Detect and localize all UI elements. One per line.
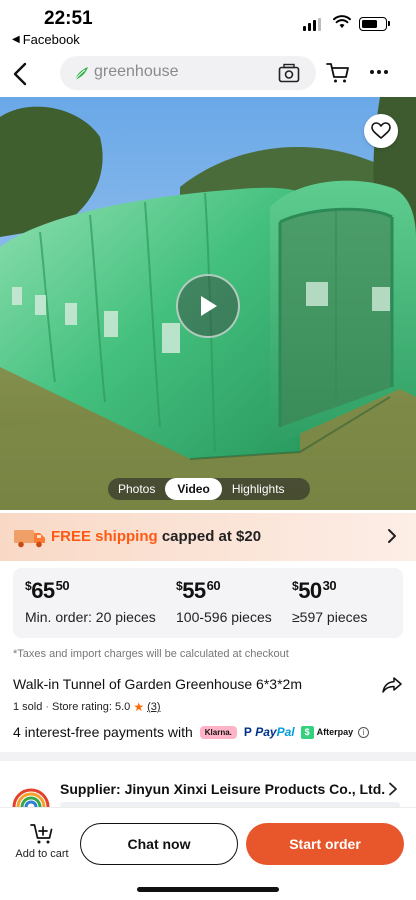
more-icon[interactable] bbox=[370, 70, 388, 74]
afterpay-logo: $ Afterpay bbox=[300, 725, 353, 739]
home-indicator bbox=[137, 887, 279, 892]
rating-row: 1 sold · Store rating: 5.0 ★ (3) bbox=[13, 700, 161, 714]
free-shipping-label: FREE shipping bbox=[51, 528, 158, 545]
payment-options: 4 interest-free payments with Klarna. P … bbox=[13, 724, 370, 740]
camera-icon[interactable] bbox=[278, 63, 300, 83]
price-cents: 30 bbox=[322, 578, 337, 593]
tier-quantity: 100-596 pieces bbox=[176, 609, 272, 625]
back-app-label: Facebook bbox=[22, 32, 80, 47]
supplier-row[interactable]: Supplier: Jinyun Xinxi Leisure Products … bbox=[0, 762, 416, 808]
tab-highlights[interactable]: Highlights bbox=[222, 478, 295, 500]
installments-text: 4 interest-free payments with bbox=[13, 724, 193, 740]
status-bar: 22:51 ◀ Facebook bbox=[0, 0, 416, 50]
price-whole: 50 bbox=[298, 578, 322, 603]
shipping-banner[interactable]: FREE shipping capped at $20 bbox=[0, 513, 416, 561]
price-tier-1: $6550 Min. order: 20 pieces bbox=[25, 578, 156, 625]
price-tier-2: $5560 100-596 pieces bbox=[176, 578, 272, 625]
product-title: Walk-in Tunnel of Garden Greenhouse 6*3*… bbox=[13, 676, 302, 692]
favorite-button[interactable] bbox=[364, 114, 398, 148]
cart-icon[interactable] bbox=[326, 62, 350, 84]
tab-photos[interactable]: Photos bbox=[108, 478, 165, 500]
share-icon[interactable] bbox=[382, 676, 402, 694]
price-tier-3: $5030 ≥597 pieces bbox=[292, 578, 368, 625]
heart-icon bbox=[371, 122, 391, 139]
tier-quantity: ≥597 pieces bbox=[292, 609, 368, 625]
tab-video[interactable]: Video bbox=[165, 478, 222, 500]
chevron-right-icon bbox=[388, 529, 396, 543]
status-time: 22:51 bbox=[44, 8, 93, 29]
add-to-cart-button[interactable]: Add to cart bbox=[10, 823, 74, 860]
wifi-icon bbox=[333, 15, 351, 28]
shipping-cap-label: capped at $20 bbox=[157, 528, 262, 545]
chat-now-button[interactable]: Chat now bbox=[80, 823, 238, 865]
back-arrow-icon[interactable] bbox=[8, 60, 32, 88]
tax-note: *Taxes and import charges will be calcul… bbox=[13, 648, 289, 660]
chevron-right-icon bbox=[389, 782, 397, 796]
store-rating: Store rating: 5.0 bbox=[52, 701, 131, 713]
price-cents: 60 bbox=[206, 578, 221, 593]
supplier-name: Supplier: Jinyun Xinxi Leisure Products … bbox=[60, 781, 386, 797]
add-cart-icon bbox=[30, 824, 53, 844]
sold-count: 1 sold bbox=[13, 701, 43, 713]
play-icon bbox=[201, 296, 217, 316]
klarna-logo: Klarna. bbox=[199, 725, 237, 739]
price-tiers: $6550 Min. order: 20 pieces $5560 100-59… bbox=[13, 568, 403, 638]
start-order-button[interactable]: Start order bbox=[246, 823, 404, 865]
shipping-text: FREE shipping capped at $20 bbox=[51, 528, 261, 545]
search-bar[interactable]: greenhouse bbox=[60, 56, 316, 90]
play-button[interactable] bbox=[176, 274, 240, 338]
bottom-action-bar: Add to cart Chat now Start order bbox=[0, 807, 416, 900]
search-query: greenhouse bbox=[94, 63, 179, 80]
back-triangle-icon: ◀ bbox=[12, 34, 20, 45]
product-media[interactable]: Photos Video Highlights bbox=[0, 97, 416, 510]
price-whole: 55 bbox=[182, 578, 206, 603]
section-divider bbox=[0, 752, 416, 761]
signal-icon bbox=[303, 18, 321, 31]
star-icon: ★ bbox=[133, 700, 145, 714]
info-icon[interactable]: i bbox=[358, 726, 370, 738]
back-to-app-link[interactable]: ◀ Facebook bbox=[12, 32, 80, 47]
price-whole: 65 bbox=[31, 578, 55, 603]
rating-count-link[interactable]: (3) bbox=[147, 701, 160, 713]
truck-icon bbox=[14, 530, 45, 548]
add-to-cart-label: Add to cart bbox=[15, 848, 69, 860]
paypal-logo: P PayPal bbox=[243, 725, 295, 739]
price-cents: 50 bbox=[55, 578, 70, 593]
tier-quantity: Min. order: 20 pieces bbox=[25, 609, 156, 625]
media-tabs: Photos Video Highlights bbox=[108, 478, 310, 500]
supplier-logo bbox=[12, 788, 50, 807]
leaf-icon bbox=[74, 67, 88, 81]
battery-icon bbox=[359, 17, 390, 31]
